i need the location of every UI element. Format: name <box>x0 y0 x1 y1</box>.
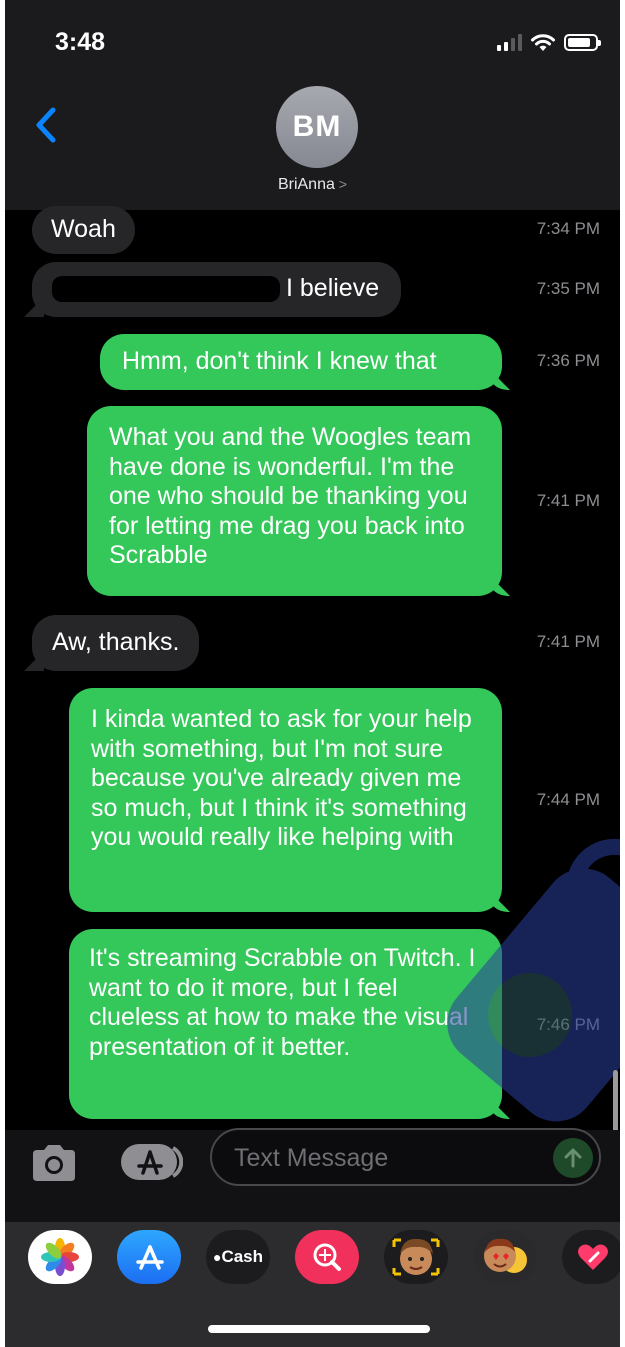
avatar-initials: BM <box>292 110 342 143</box>
outgoing-message-bubble[interactable]: What you and the Woogles team have done … <box>87 406 502 596</box>
contact-avatar[interactable]: BM <box>276 86 358 168</box>
battery-icon <box>564 33 601 51</box>
send-button[interactable] <box>553 1138 593 1178</box>
back-button[interactable] <box>27 100 67 150</box>
photos-flower-icon <box>41 1238 79 1276</box>
app-store-app-icon[interactable] <box>117 1230 181 1284</box>
incoming-message-bubble[interactable]: Aw, thanks. <box>32 615 200 671</box>
message-timestamp: 7:34 PM <box>536 219 600 238</box>
message-timestamp: 7:41 PM <box>536 491 600 510</box>
home-indicator[interactable] <box>208 1325 430 1333</box>
web-search-app-icon[interactable] <box>295 1230 359 1284</box>
outgoing-message-bubble[interactable]: It's streaming Scrabble on Twitch. I wan… <box>69 929 502 1119</box>
camera-button[interactable] <box>29 1142 79 1184</box>
message-timestamp: 7:41 PM <box>536 632 600 651</box>
arrow-up-icon <box>564 1148 582 1168</box>
chevron-right-icon: > <box>338 176 348 192</box>
message-input-field[interactable] <box>210 1128 601 1186</box>
messages-screen: 3:48 BM BriAnna > Woah 7:34 PM I believe… <box>5 0 620 1347</box>
incoming-message-bubble[interactable]: Woah <box>32 206 135 254</box>
message-timestamp: 7:44 PM <box>536 790 600 809</box>
digital-touch-app-icon[interactable] <box>562 1230 620 1284</box>
status-bar-time: 3:48 <box>55 28 106 56</box>
photos-app-icon[interactable] <box>28 1230 92 1284</box>
message-text: What you and the Woogles team have done … <box>109 423 472 569</box>
message-timestamp: 7:36 PM <box>536 351 600 370</box>
status-bar-icons <box>497 30 601 54</box>
scroll-indicator[interactable] <box>613 1070 618 1134</box>
camera-icon <box>33 1145 75 1181</box>
chevron-left-icon <box>36 107 56 143</box>
message-input[interactable] <box>234 1142 534 1174</box>
redacted-text <box>52 276 280 303</box>
message-text: Woah <box>51 215 116 243</box>
contact-name: BriAnna <box>277 176 335 193</box>
app-store-icon <box>121 1144 184 1180</box>
message-text: I believe <box>286 274 380 302</box>
wifi-icon <box>531 33 555 51</box>
memoji-stickers-app-icon[interactable] <box>384 1230 448 1284</box>
apple-logo-icon: ● <box>212 1249 222 1265</box>
outgoing-message-bubble[interactable]: Hmm, don't think I knew that <box>100 334 502 390</box>
message-text: It's streaming Scrabble on Twitch. I wan… <box>89 944 476 1061</box>
apple-cash-app-icon[interactable]: ● Cash <box>206 1230 270 1284</box>
message-text: Hmm, don't think I knew that <box>122 347 437 375</box>
contact-name-button[interactable]: BriAnna > <box>5 176 620 194</box>
animoji-faces-icon <box>484 1238 527 1273</box>
app-store-button[interactable] <box>119 1142 184 1182</box>
message-text: I kinda wanted to ask for your help with… <box>91 705 472 851</box>
magnifier-globe-icon <box>313 1243 341 1271</box>
message-timestamp: 7:35 PM <box>536 279 600 298</box>
apple-cash-label: Cash <box>221 1247 264 1266</box>
incoming-message-bubble[interactable]: I believe <box>32 262 402 317</box>
message-timestamp: 7:46 PM <box>536 1015 600 1034</box>
outgoing-message-bubble[interactable]: I kinda wanted to ask for your help with… <box>69 688 502 912</box>
animoji-app-icon[interactable] <box>473 1230 537 1284</box>
heart-touch-icon <box>578 1244 608 1270</box>
app-store-a-icon <box>136 1245 164 1270</box>
cellular-signal-icon <box>497 33 522 51</box>
conversation-header: 3:48 BM BriAnna > <box>5 0 620 210</box>
message-text: Aw, thanks. <box>52 628 180 656</box>
memoji-face-icon <box>392 1238 440 1276</box>
